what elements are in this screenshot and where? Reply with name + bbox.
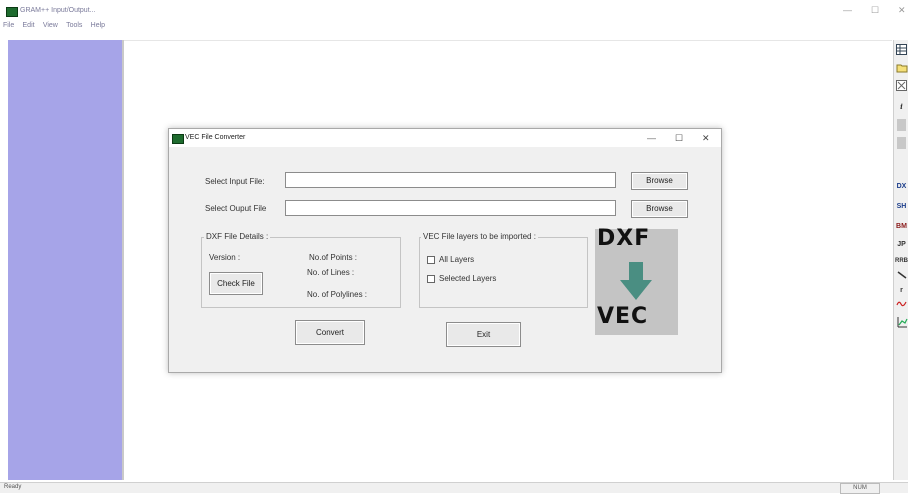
bitmap-icon[interactable]: BM: [895, 220, 908, 234]
check-file-button[interactable]: Check File: [209, 272, 263, 295]
dialog-maximize-button[interactable]: ☐: [675, 133, 683, 144]
dialog-app-icon: [172, 134, 184, 144]
selected-layers-checkbox[interactable]: [427, 275, 435, 283]
dialog-close-button[interactable]: ✕: [702, 133, 710, 144]
input-file-field[interactable]: [285, 172, 616, 188]
menu-help[interactable]: Help: [91, 22, 105, 29]
main-title-bar: GRAM++ Input/Output... — ☐ ✕: [0, 0, 908, 20]
vec-graphic-text: VEC: [597, 304, 649, 329]
close-box-icon[interactable]: [895, 80, 908, 94]
app-icon: [6, 7, 18, 17]
dialog-title: VEC File Converter: [185, 134, 246, 141]
input-file-label: Select Input File:: [205, 177, 265, 186]
dxf-graphic-text: DXF: [597, 226, 651, 251]
open-folder-icon[interactable]: [895, 62, 908, 76]
graph-icon[interactable]: [895, 316, 908, 330]
browse-output-button[interactable]: Browse: [631, 200, 688, 218]
vec-layers-title: VEC File layers to be imported :: [421, 232, 538, 241]
menu-file[interactable]: File: [3, 22, 14, 29]
dialog-minimize-button[interactable]: —: [647, 133, 656, 143]
all-layers-label[interactable]: All Layers: [439, 255, 474, 264]
output-file-label: Select Ouput File: [205, 204, 267, 213]
shape-icon[interactable]: SH: [895, 200, 908, 214]
dxf-to-vec-graphic: DXF VEC: [595, 226, 678, 335]
jpg-icon[interactable]: JP: [895, 238, 908, 252]
status-text: Ready: [4, 484, 22, 490]
menu-edit[interactable]: Edit: [23, 22, 35, 29]
exit-button[interactable]: Exit: [446, 322, 521, 347]
left-side-panel: [8, 40, 122, 480]
polylines-label: No. of Polylines :: [307, 290, 368, 299]
table-icon[interactable]: [895, 44, 908, 58]
main-restore-button[interactable]: ☐: [871, 5, 879, 16]
main-minimize-button[interactable]: —: [843, 5, 852, 15]
output-file-field[interactable]: [285, 200, 616, 216]
all-layers-checkbox[interactable]: [427, 256, 435, 264]
blank-icon[interactable]: [895, 118, 908, 132]
vec-converter-dialog: VEC File Converter — ☐ ✕ Select Input Fi…: [168, 128, 722, 373]
version-label: Version :: [209, 253, 241, 262]
rrb-icon[interactable]: RRB: [895, 254, 908, 268]
main-close-button[interactable]: ✕: [898, 5, 906, 16]
main-title-text: GRAM++ Input/Output...: [20, 7, 96, 14]
r-icon[interactable]: r: [895, 284, 908, 298]
points-label: No.of Points :: [309, 253, 358, 262]
right-toolbar: i DX SH BM JP RRB r: [893, 40, 908, 480]
line-icon[interactable]: [895, 270, 908, 284]
dxf-icon[interactable]: DX: [895, 180, 908, 194]
menu-tools[interactable]: Tools: [66, 22, 82, 29]
status-bar: Ready NUM: [0, 482, 908, 494]
lines-label: No. of Lines :: [307, 268, 355, 277]
vec-layers-group: [419, 237, 588, 308]
menu-bar: File Edit View Tools Help: [0, 20, 908, 32]
wave-icon[interactable]: [895, 298, 908, 312]
info-icon[interactable]: i: [895, 100, 908, 114]
down-arrow-icon: [620, 262, 652, 300]
num-lock-indicator: NUM: [840, 483, 880, 494]
dialog-title-bar: VEC File Converter — ☐ ✕: [169, 129, 721, 147]
convert-button[interactable]: Convert: [295, 320, 365, 345]
dxf-details-title: DXF File Details :: [204, 232, 271, 241]
browse-input-button[interactable]: Browse: [631, 172, 688, 190]
blank-icon[interactable]: [895, 136, 908, 150]
selected-layers-label[interactable]: Selected Layers: [439, 274, 496, 283]
menu-view[interactable]: View: [43, 22, 58, 29]
